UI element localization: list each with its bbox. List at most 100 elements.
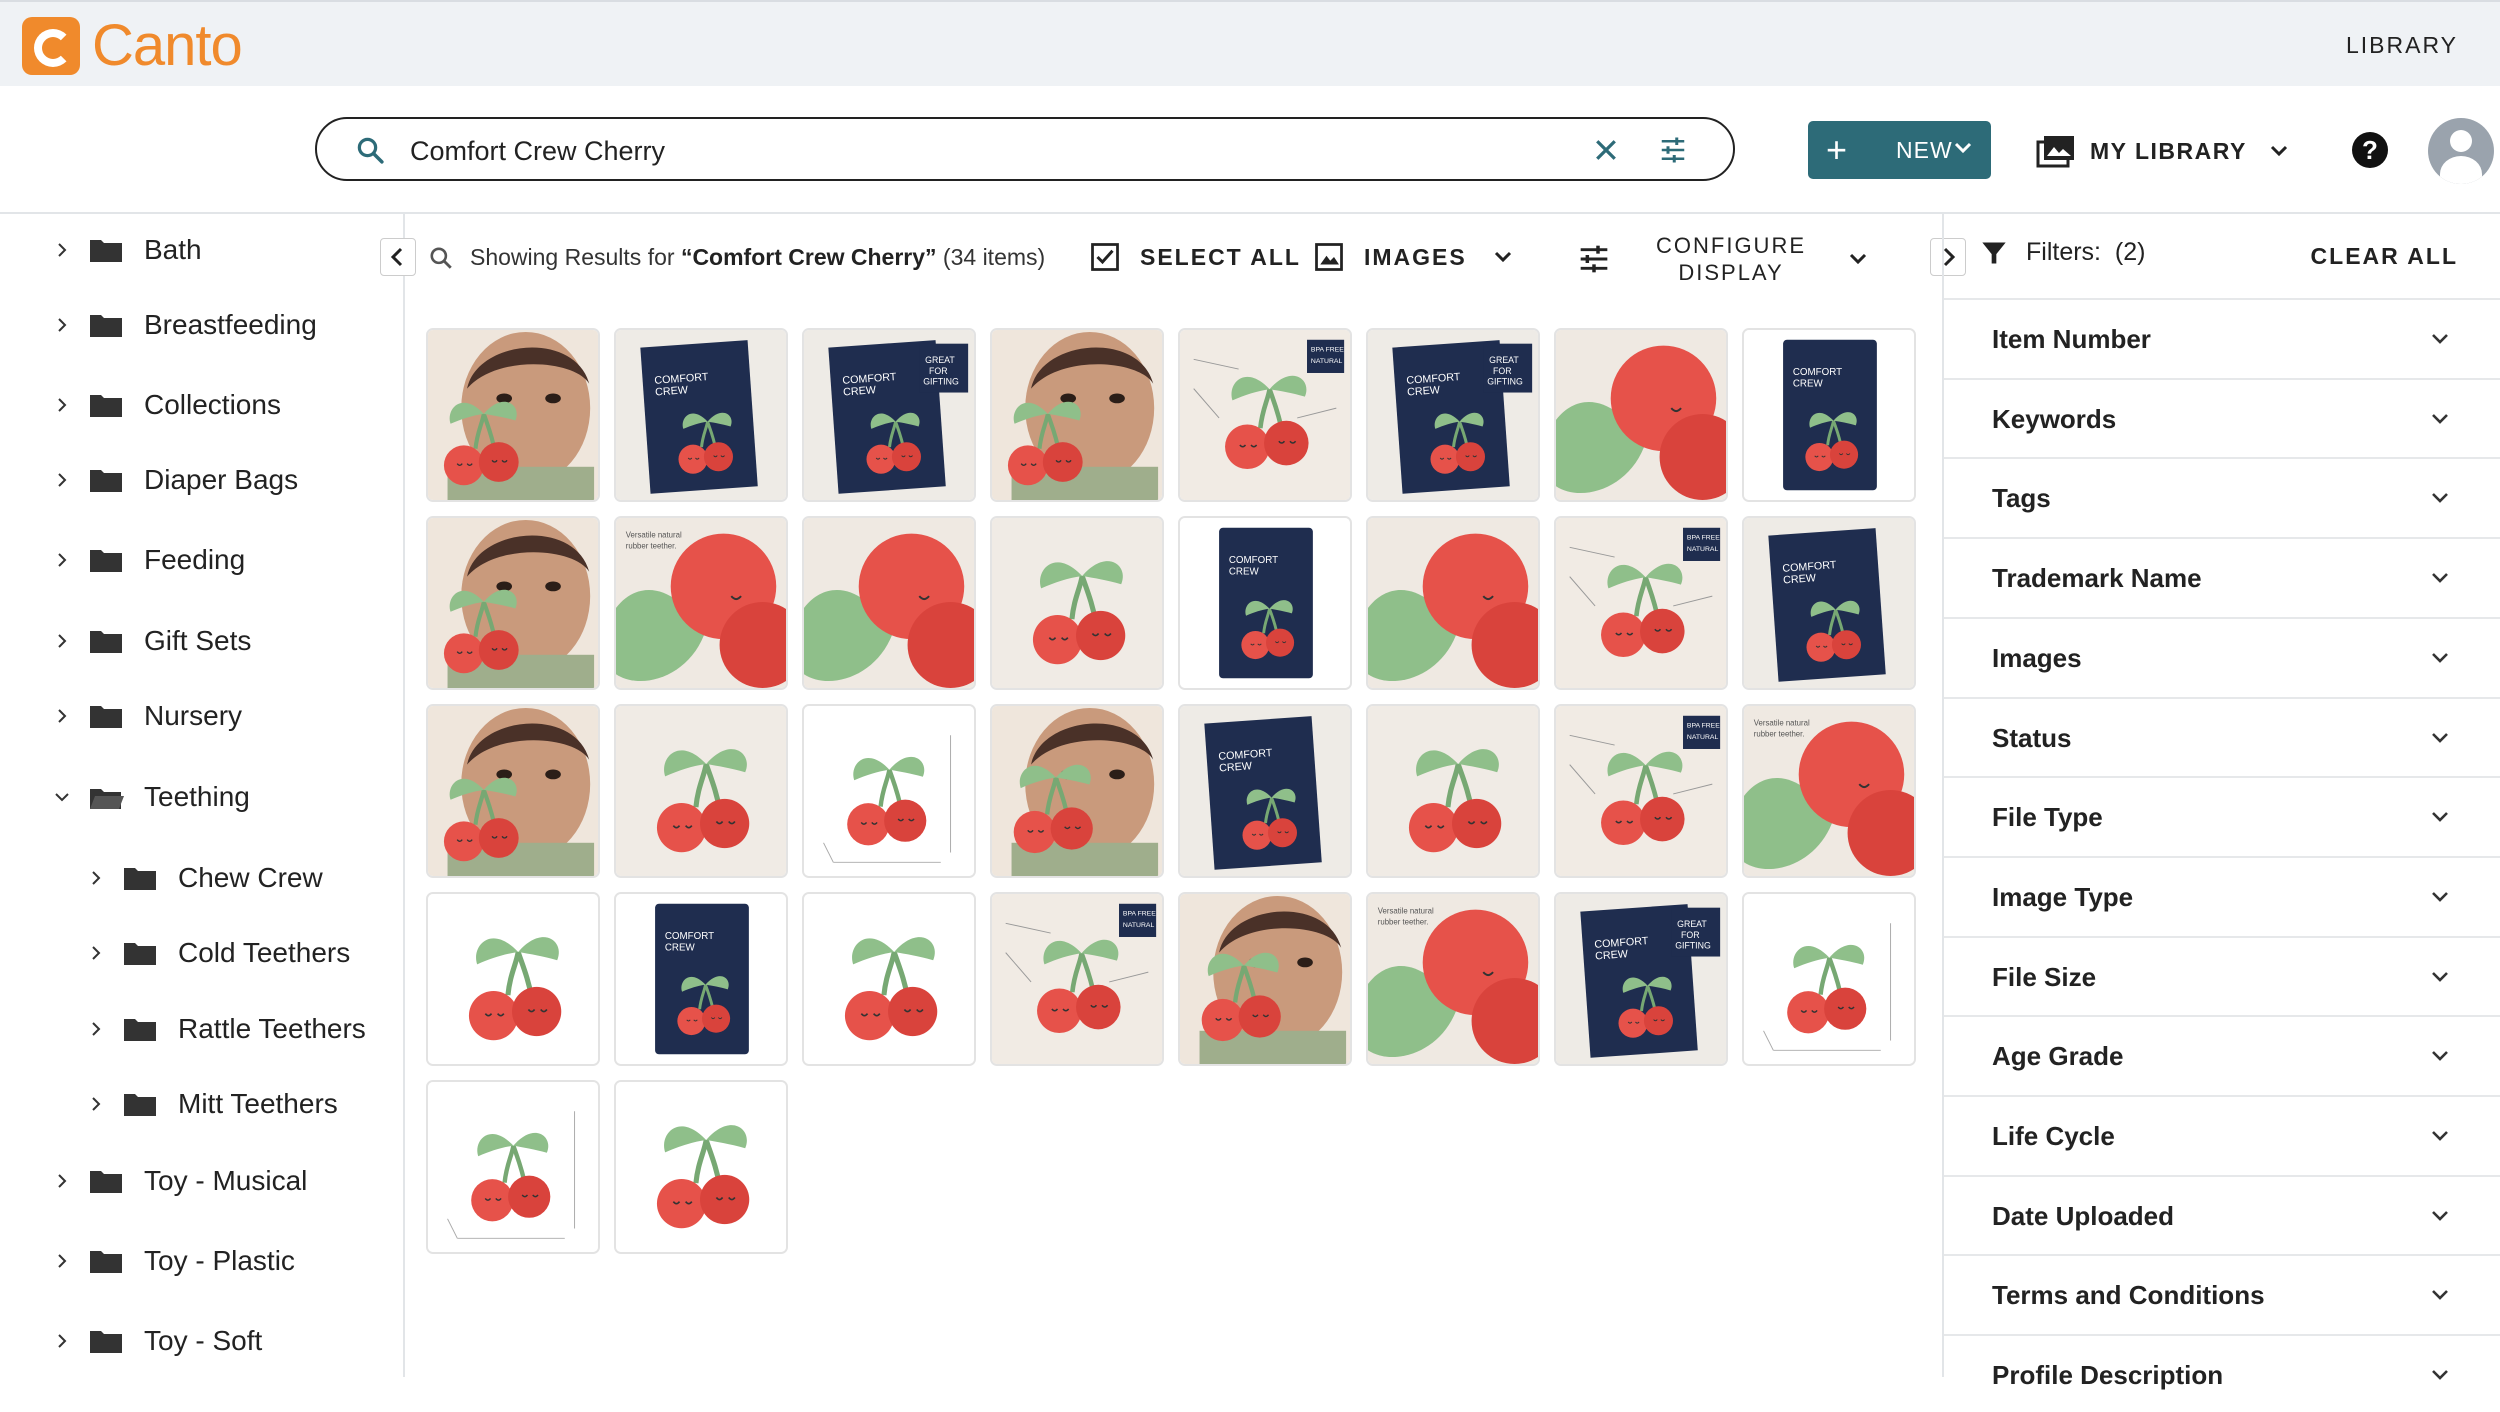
my-library-dropdown[interactable]: MY LIBRARY: [2036, 131, 2289, 171]
filter-row[interactable]: Image Type: [1944, 855, 2500, 934]
chevron-right-icon[interactable]: [88, 870, 104, 886]
asset-thumbnail[interactable]: COMFORT CREW: [614, 892, 788, 1066]
folder-item[interactable]: Mitt Teethers: [88, 1084, 338, 1124]
library-link[interactable]: LIBRARY: [2346, 32, 2458, 59]
folder-item[interactable]: Collections: [54, 385, 281, 425]
filter-row[interactable]: Profile Description: [1944, 1334, 2500, 1412]
filter-row[interactable]: Images: [1944, 616, 2500, 695]
asset-thumbnail[interactable]: [426, 516, 600, 690]
folder-item[interactable]: Rattle Teethers: [88, 1009, 366, 1049]
filter-label: Tags: [1992, 483, 2051, 514]
collapse-sidebar-button[interactable]: [380, 238, 416, 276]
results-summary: Showing Results for “Comfort Crew Cherry…: [428, 244, 1045, 271]
chevron-right-icon[interactable]: [54, 1253, 70, 1269]
chevron-right-icon[interactable]: [54, 472, 70, 488]
asset-thumbnail[interactable]: COMFORT CREW: [1742, 516, 1916, 690]
chevron-right-icon[interactable]: [54, 242, 70, 258]
canto-logo[interactable]: Canto: [22, 17, 243, 75]
chevron-right-icon[interactable]: [88, 1021, 104, 1037]
chevron-right-icon[interactable]: [88, 945, 104, 961]
asset-thumbnail[interactable]: [1554, 328, 1728, 502]
chevron-right-icon[interactable]: [54, 708, 70, 724]
folder-item[interactable]: Cold Teethers: [88, 933, 350, 973]
filter-row[interactable]: Keywords: [1944, 377, 2500, 456]
asset-thumbnail[interactable]: [426, 704, 600, 878]
chevron-down-icon: [2432, 493, 2448, 504]
chevron-right-icon[interactable]: [88, 1096, 104, 1112]
asset-thumbnail[interactable]: Versatile natural rubber teether.: [614, 516, 788, 690]
folder-item[interactable]: Gift Sets: [54, 621, 251, 661]
asset-thumbnail[interactable]: [802, 516, 976, 690]
help-icon[interactable]: ?: [2352, 132, 2388, 168]
asset-image: COMFORTCREWGREATFORGIFTING: [1368, 330, 1538, 500]
asset-thumbnail[interactable]: COMFORT CREW: [1178, 704, 1352, 878]
filter-row[interactable]: Life Cycle: [1944, 1095, 2500, 1173]
filter-row[interactable]: File Size: [1944, 935, 2500, 1014]
asset-thumbnail[interactable]: COMFORT CREW GREAT FOR GIFTING: [1366, 328, 1540, 502]
search-bar[interactable]: Comfort Crew Cherry: [315, 117, 1735, 181]
folder-item[interactable]: Toy - Musical: [54, 1161, 307, 1201]
folder-item[interactable]: Bath: [54, 230, 202, 270]
search-input[interactable]: Comfort Crew Cherry: [410, 136, 665, 167]
filter-row[interactable]: Trademark Name: [1944, 537, 2500, 615]
asset-thumbnail[interactable]: [614, 1080, 788, 1254]
folder-item[interactable]: Toy - Soft: [54, 1321, 262, 1361]
asset-thumbnail[interactable]: BPA FREE NATURAL: [1178, 328, 1352, 502]
new-button[interactable]: + NEW: [1808, 121, 1991, 179]
folder-item[interactable]: Diaper Bags: [54, 460, 298, 500]
asset-thumbnail[interactable]: COMFORT CREW GREAT FOR GIFTING: [1554, 892, 1728, 1066]
asset-thumbnail[interactable]: COMFORT CREW GREAT FOR GIFTING: [802, 328, 976, 502]
folder-item[interactable]: Breastfeeding: [54, 305, 317, 345]
chevron-right-icon[interactable]: [54, 552, 70, 568]
asset-thumbnail[interactable]: [426, 892, 600, 1066]
folder-item[interactable]: Chew Crew: [88, 858, 323, 898]
chevron-down-icon: [2432, 1051, 2448, 1062]
chevron-right-icon[interactable]: [54, 633, 70, 649]
asset-thumbnail[interactable]: COMFORT CREW: [614, 328, 788, 502]
folder-item[interactable]: Teething: [54, 777, 250, 817]
chevron-right-icon[interactable]: [54, 1173, 70, 1189]
folder-item[interactable]: Feeding: [54, 540, 245, 580]
asset-thumbnail[interactable]: [1742, 892, 1916, 1066]
media-type-dropdown[interactable]: IMAGES: [1314, 242, 1513, 272]
asset-thumbnail[interactable]: [802, 704, 976, 878]
select-all-button[interactable]: SELECT ALL: [1090, 242, 1301, 272]
svg-text:CREW: CREW: [1783, 572, 1817, 586]
filter-row[interactable]: Tags: [1944, 457, 2500, 535]
user-avatar[interactable]: [2428, 118, 2494, 184]
folder-item[interactable]: Nursery: [54, 696, 242, 736]
folder-item[interactable]: Toy - Plastic: [54, 1241, 295, 1281]
filter-row[interactable]: Date Uploaded: [1944, 1174, 2500, 1253]
chevron-down-icon[interactable]: [54, 789, 70, 805]
advanced-search-icon[interactable]: [1657, 135, 1689, 165]
asset-thumbnail[interactable]: [1178, 892, 1352, 1066]
chevron-right-icon[interactable]: [54, 397, 70, 413]
asset-thumbnail[interactable]: [990, 516, 1164, 690]
asset-thumbnail[interactable]: BPA FREE NATURAL: [990, 892, 1164, 1066]
chevron-right-icon[interactable]: [54, 317, 70, 333]
asset-thumbnail[interactable]: [1366, 516, 1540, 690]
asset-thumbnail[interactable]: BPA FREE NATURAL: [1554, 516, 1728, 690]
chevron-right-icon[interactable]: [54, 1333, 70, 1349]
filter-row[interactable]: Age Grade: [1944, 1015, 2500, 1093]
filter-row[interactable]: Item Number: [1944, 298, 2500, 376]
asset-thumbnail[interactable]: [802, 892, 976, 1066]
asset-thumbnail[interactable]: [990, 328, 1164, 502]
asset-thumbnail[interactable]: Versatile natural rubber teether.: [1366, 892, 1540, 1066]
asset-thumbnail[interactable]: COMFORT CREW: [1742, 328, 1916, 502]
asset-thumbnail[interactable]: [426, 328, 600, 502]
asset-thumbnail[interactable]: COMFORT CREW: [1178, 516, 1352, 690]
filter-row[interactable]: File Type: [1944, 776, 2500, 854]
folder-label: Chew Crew: [178, 862, 323, 893]
asset-thumbnail[interactable]: BPA FREE NATURAL: [1554, 704, 1728, 878]
configure-display-dropdown[interactable]: CONFIGURE DISPLAY: [1578, 232, 1868, 286]
clear-all-button[interactable]: CLEAR ALL: [2311, 243, 2458, 270]
filter-row[interactable]: Status: [1944, 696, 2500, 775]
asset-thumbnail[interactable]: [426, 1080, 600, 1254]
asset-thumbnail[interactable]: Versatile natural rubber teether.: [1742, 704, 1916, 878]
clear-search-icon[interactable]: [1591, 135, 1621, 165]
filter-row[interactable]: Terms and Conditions: [1944, 1254, 2500, 1332]
asset-thumbnail[interactable]: [990, 704, 1164, 878]
asset-thumbnail[interactable]: [614, 704, 788, 878]
asset-thumbnail[interactable]: [1366, 704, 1540, 878]
